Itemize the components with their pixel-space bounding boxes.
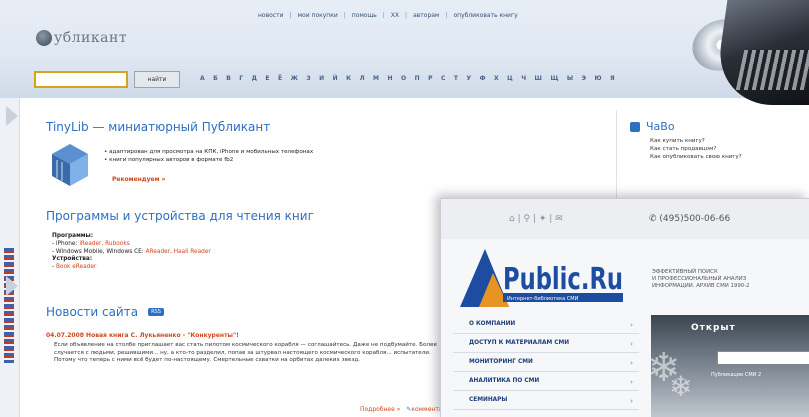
news-header: Новости сайта RSS — [46, 305, 164, 319]
windows-label: - Windows Mobile, Windows CE: — [52, 248, 144, 255]
chevron-right-icon: › — [630, 321, 633, 329]
panel-subtext: Публикации СМИ 2 — [711, 372, 762, 378]
news-title[interactable]: Новости сайта — [46, 305, 138, 319]
nav-news-link[interactable]: новости — [258, 12, 284, 19]
publicru-toolbar — [441, 199, 809, 239]
publicru-tagline: ЭФФЕКТИВНЫЙ ПОИСК И ПРОФЕССИОНАЛЬНЫЙ АНА… — [652, 269, 750, 290]
news-more-label[interactable]: Подробнее » — [360, 406, 400, 413]
faq-item[interactable]: Как опубликовать свою книгу? — [650, 153, 742, 161]
nav-authors-link[interactable]: авторам — [413, 12, 439, 19]
news-item-body: Если объявление на столбе приглашает вас… — [54, 342, 437, 364]
menu-item-seminars[interactable]: СЕМИНАРЫ › — [453, 391, 639, 410]
faq-divider — [616, 110, 617, 210]
publicru-logo[interactable]: Public.Ru Интернет-библиотека СМИ — [457, 239, 632, 309]
screenshot-root: новости | мои покупки | помощь | ХХ | автора… — [0, 0, 809, 417]
faq-icon — [630, 121, 640, 132]
tinylib-bullet-2: книги популярных авторов в формате fb2 — [109, 157, 234, 163]
menu-item-label: О КОМПАНИИ — [469, 321, 516, 327]
tagline-line-2: И ПРОФЕССИОНАЛЬНЫЙ АНАЛИЗ — [652, 276, 747, 282]
menu-item-analytics[interactable]: АНАЛИТИКА ПО СМИ › — [453, 372, 639, 391]
menu-item-label: АНАЛИТИКА ПО СМИ — [469, 378, 540, 384]
news-item-headline[interactable]: 04.07.2008 Новая книга С. Лукьяненко - "… — [46, 332, 239, 339]
faq-block: ЧаВо Как купить книгу? Как стать продавц… — [630, 120, 742, 161]
book-ereader-link[interactable]: Book eReader — [56, 264, 96, 270]
left-sidebar-strip — [0, 98, 20, 417]
search-input[interactable] — [34, 71, 128, 88]
vertical-tab-label[interactable] — [4, 248, 14, 363]
book-3d-icon — [52, 144, 88, 186]
snowflake-icon: ❄ — [669, 370, 693, 403]
tinylib-bullets: • адаптирован для просмотра на КПК, iPho… — [104, 149, 314, 163]
nav-xx-link[interactable]: ХХ — [391, 12, 399, 19]
iphone-label: - iPhone: — [52, 240, 78, 247]
faq-item[interactable]: Как купить книгу? — [650, 137, 742, 145]
alphabet-index[interactable]: А Б В Г Д Е Ё Ж З И Й К Л М Н О П Р С Т … — [200, 75, 618, 82]
search-button[interactable]: найти — [134, 71, 180, 88]
publicru-search-input[interactable] — [717, 351, 809, 365]
nav-publish-link[interactable]: опубликовать книгу — [453, 12, 517, 19]
typewriter-keys-image — [735, 50, 809, 90]
publicru-phone: ✆ (495)500-06-66 — [649, 214, 731, 224]
publicru-menu: О КОМПАНИИ › ДОСТУП К МАТЕРИАЛАМ СМИ › МОН… — [453, 315, 639, 410]
publicru-window: ⌂ | ⚲ | ✦ | ✉ ✆ (495)500-06-66 Public.Ru… — [440, 198, 809, 417]
nav-my-purchases-link[interactable]: мои покупки — [298, 12, 338, 19]
faq-title[interactable]: ЧаВо — [646, 120, 675, 133]
nav-help-link[interactable]: помощь — [352, 12, 377, 19]
logo-ball-icon — [36, 30, 52, 46]
menu-item-monitoring[interactable]: МОНИТОРИНГ СМИ › — [453, 353, 639, 372]
publicru-search-panel: ❄ ❄ Открыт Публикации СМИ 2 — [647, 315, 809, 417]
panel-label: Открыт — [691, 323, 736, 333]
logo-text: убликант — [54, 30, 128, 46]
chevron-right-icon: › — [630, 359, 633, 367]
top-navigation: новости | мои покупки | помощь | ХХ | автора… — [258, 12, 518, 19]
chevron-right-icon: › — [630, 378, 633, 386]
menu-item-label: МОНИТОРИНГ СМИ — [469, 359, 533, 365]
publikant-logo[interactable]: убликант — [36, 30, 127, 46]
expand-arrow-icon[interactable] — [6, 106, 18, 126]
chevron-right-icon: › — [630, 397, 633, 405]
collapse-arrow-icon[interactable] — [6, 276, 18, 296]
devices-heading: Устройства: — [52, 256, 93, 263]
menu-item-label: ДОСТУП К МАТЕРИАЛАМ СМИ — [469, 340, 570, 346]
menu-item-label: СЕМИНАРЫ — [469, 397, 508, 403]
iphone-apps-link[interactable]: iReader, Rubooks — [79, 241, 129, 247]
device-bullet: - — [52, 264, 55, 271]
chevron-right-icon: › — [630, 340, 633, 348]
rss-badge-icon[interactable]: RSS — [148, 308, 164, 316]
publicru-toolbar-icons[interactable]: ⌂ | ⚲ | ✦ | ✉ — [509, 214, 563, 224]
menu-item-about[interactable]: О КОМПАНИИ › — [453, 315, 639, 334]
tinylib-bullet-1: адаптирован для просмотра на КПК, iPhone… — [109, 149, 314, 155]
programs-list: Программы: - iPhone: iReader, Rubooks - … — [52, 233, 211, 272]
menu-item-access[interactable]: ДОСТУП К МАТЕРИАЛАМ СМИ › — [453, 334, 639, 353]
tinylib-title[interactable]: TinyLib — миниатюрный Публикант — [46, 120, 270, 134]
programs-heading: Программы: — [52, 233, 94, 239]
programs-title[interactable]: Программы и устройства для чтения книг — [46, 209, 314, 223]
recommend-link[interactable]: Рекомендуем » — [112, 176, 165, 183]
faq-item[interactable]: Как стать продавцом? — [650, 145, 742, 153]
tagline-line-3: ИНФОРМАЦИИ. АРХИВ СМИ 1990-2 — [652, 283, 750, 289]
tagline-line-1: ЭФФЕКТИВНЫЙ ПОИСК — [652, 269, 718, 275]
publicru-logo-text: Public.Ru — [503, 262, 623, 297]
publicru-logo-subtitle: Интернет-библиотека СМИ — [507, 296, 579, 302]
windows-apps-link[interactable]: AReader, Haali Reader — [146, 249, 211, 255]
